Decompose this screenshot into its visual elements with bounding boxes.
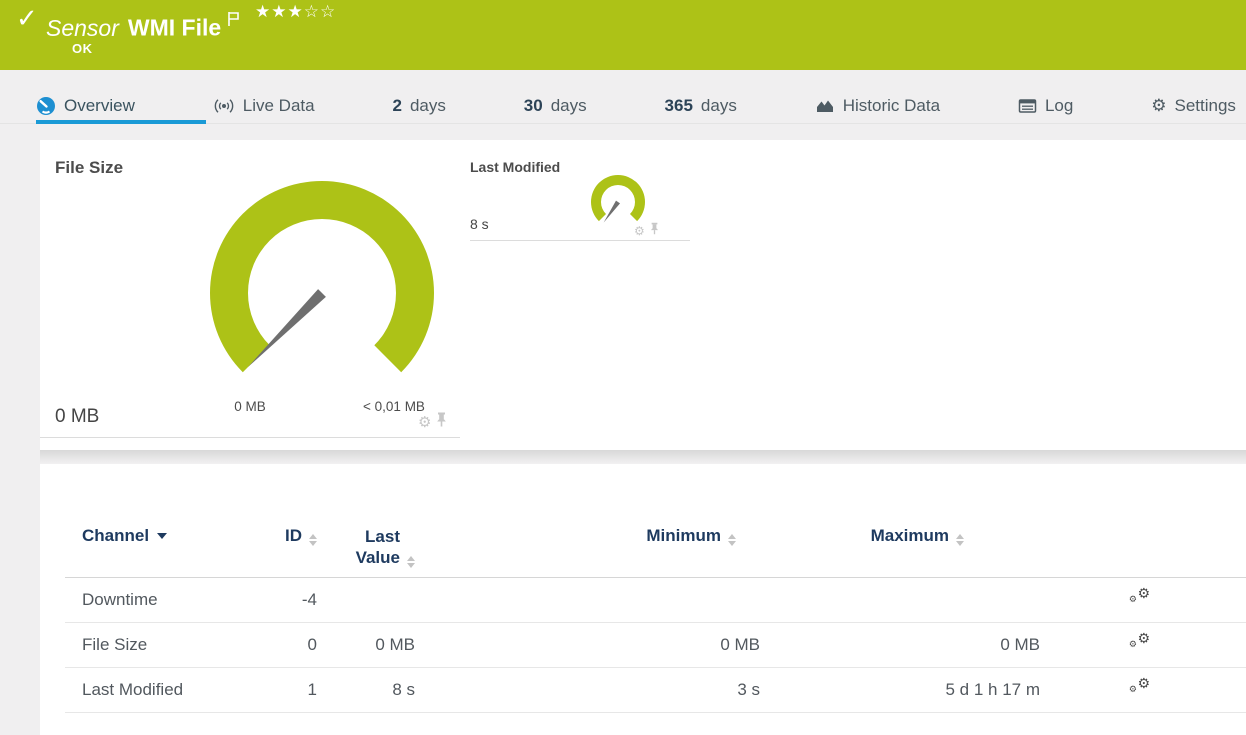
cell-id: -4 bbox=[301, 589, 317, 609]
cell-channel: Last Modified bbox=[82, 679, 184, 699]
tab-365-days[interactable]: 365 days bbox=[665, 96, 737, 116]
sensor-header: ✓ Sensor WMI File ★★★☆☆ OK bbox=[0, 0, 1246, 70]
gauge-gear-icon[interactable]: ⚙ bbox=[418, 414, 431, 430]
tab-log-label: Log bbox=[1044, 96, 1074, 115]
column-header-maximum[interactable]: Maximum bbox=[760, 526, 1040, 546]
broadcast-icon bbox=[213, 97, 235, 115]
channel-settings-gears-icon[interactable]: ⚙ ⚙ bbox=[1128, 632, 1150, 652]
column-header-last-value[interactable]: Last Value bbox=[317, 526, 415, 569]
cell-minimum: 3 s bbox=[737, 679, 760, 699]
cell-id: 1 bbox=[307, 679, 317, 699]
priority-stars-filled: ★★★ bbox=[255, 2, 304, 22]
column-header-id[interactable]: ID bbox=[257, 526, 317, 546]
channels-panel: Channel ID Last Value Minimum Maximum Do… bbox=[40, 464, 1246, 735]
tab-live-data-label: Live Data bbox=[242, 96, 315, 115]
prtg-sensor-page: ✓ Sensor WMI File ★★★☆☆ OK Overview Live… bbox=[0, 0, 1246, 735]
cell-id: 0 bbox=[307, 634, 317, 654]
tab-settings-label: Settings bbox=[1174, 96, 1236, 115]
sensor-status-badge: OK bbox=[72, 41, 93, 56]
status-ok-check-icon: ✓ bbox=[16, 4, 38, 34]
cell-last-value: 8 s bbox=[392, 679, 415, 699]
sort-arrows-icon bbox=[407, 556, 415, 569]
column-header-minimum[interactable]: Minimum bbox=[415, 526, 760, 546]
tab-overview-label: Overview bbox=[64, 96, 135, 115]
channel-table: Channel ID Last Value Minimum Maximum Do… bbox=[65, 464, 1246, 713]
tab-30-days[interactable]: 30 days bbox=[524, 96, 587, 116]
cell-last-value: 0 MB bbox=[375, 634, 415, 654]
gauge-pin-icon[interactable] bbox=[650, 222, 659, 240]
flag-icon[interactable] bbox=[227, 6, 242, 33]
cell-channel: Downtime bbox=[82, 589, 158, 609]
log-icon bbox=[1018, 98, 1037, 114]
tab-2-days-label: days bbox=[409, 96, 446, 115]
gauge-icon bbox=[36, 96, 56, 116]
gauge-needle bbox=[603, 200, 620, 223]
last-modified-card-divider bbox=[470, 240, 690, 241]
gauge-gear-icon[interactable]: ⚙ bbox=[634, 225, 645, 237]
cell-maximum: 5 d 1 h 17 m bbox=[945, 679, 1040, 699]
column-header-channel[interactable]: Channel bbox=[82, 526, 257, 546]
table-row-file-size[interactable]: File Size 0 0 MB 0 MB 0 MB ⚙ ⚙ bbox=[65, 623, 1246, 668]
tab-bar: Overview Live Data 2 days 30 days 365 da… bbox=[0, 70, 1246, 140]
sort-arrows-icon bbox=[956, 534, 964, 546]
channel-settings-gears-icon[interactable]: ⚙ ⚙ bbox=[1128, 587, 1150, 607]
gauge-scale-min: 0 MB bbox=[234, 399, 266, 414]
channel-settings-gears-icon[interactable]: ⚙ ⚙ bbox=[1128, 677, 1150, 697]
panel-shadow bbox=[40, 450, 1246, 464]
tab-30-days-label: days bbox=[550, 96, 587, 115]
tab-2-days-number: 2 bbox=[392, 96, 402, 115]
tab-live-data[interactable]: Live Data bbox=[213, 96, 315, 116]
area-chart-icon bbox=[815, 97, 835, 115]
cell-minimum: 0 MB bbox=[720, 634, 760, 654]
table-row-last-modified[interactable]: Last Modified 1 8 s 3 s 5 d 1 h 17 m ⚙ ⚙ bbox=[65, 668, 1246, 713]
last-modified-gauge-title: Last Modified bbox=[470, 159, 561, 175]
sort-arrows-icon bbox=[728, 534, 736, 546]
sensor-title: Sensor WMI File bbox=[46, 6, 242, 42]
gauge-needle bbox=[247, 289, 326, 368]
table-row-downtime[interactable]: Downtime -4 ⚙ ⚙ bbox=[65, 578, 1246, 623]
cell-channel: File Size bbox=[82, 634, 148, 654]
tab-2-days[interactable]: 2 days bbox=[393, 96, 446, 116]
file-size-value: 0 MB bbox=[55, 406, 100, 427]
active-tab-underline bbox=[36, 120, 206, 124]
gauges-panel: File Size 0 MB < 0,01 MB 0 MB ⚙ Last Mod… bbox=[40, 140, 1246, 450]
file-size-card-divider bbox=[40, 437, 460, 438]
sensor-name: WMI File bbox=[127, 14, 222, 41]
gauge-pin-icon[interactable] bbox=[436, 412, 447, 432]
sort-arrows-icon bbox=[309, 534, 317, 546]
sensor-kind-label: Sensor bbox=[46, 14, 119, 41]
file-size-gauge[interactable] bbox=[202, 173, 442, 423]
tab-30-days-number: 30 bbox=[523, 96, 543, 115]
file-size-gauge-title: File Size bbox=[55, 158, 124, 177]
gear-icon: ⚙ bbox=[1151, 95, 1167, 116]
tab-365-days-number: 365 bbox=[664, 96, 693, 115]
gauge-arc bbox=[591, 175, 645, 222]
sort-caret-icon bbox=[157, 533, 168, 539]
tab-overview[interactable]: Overview bbox=[36, 96, 135, 116]
last-modified-value: 8 s bbox=[470, 216, 489, 232]
tab-historic-data-label: Historic Data bbox=[842, 96, 941, 115]
tab-settings[interactable]: ⚙ Settings bbox=[1151, 96, 1236, 116]
priority-stars[interactable]: ★★★☆☆ bbox=[255, 2, 336, 22]
gauge-arc bbox=[210, 181, 434, 373]
cell-maximum: 0 MB bbox=[1000, 634, 1040, 654]
tab-historic-data[interactable]: Historic Data bbox=[815, 96, 940, 116]
tab-365-days-label: days bbox=[700, 96, 737, 115]
last-modified-gauge-actions: ⚙ bbox=[634, 222, 659, 240]
tab-log[interactable]: Log bbox=[1018, 96, 1073, 116]
channel-table-header: Channel ID Last Value Minimum Maximum bbox=[65, 464, 1246, 578]
file-size-gauge-actions: ⚙ bbox=[418, 412, 447, 432]
priority-stars-empty: ☆☆ bbox=[303, 2, 337, 22]
